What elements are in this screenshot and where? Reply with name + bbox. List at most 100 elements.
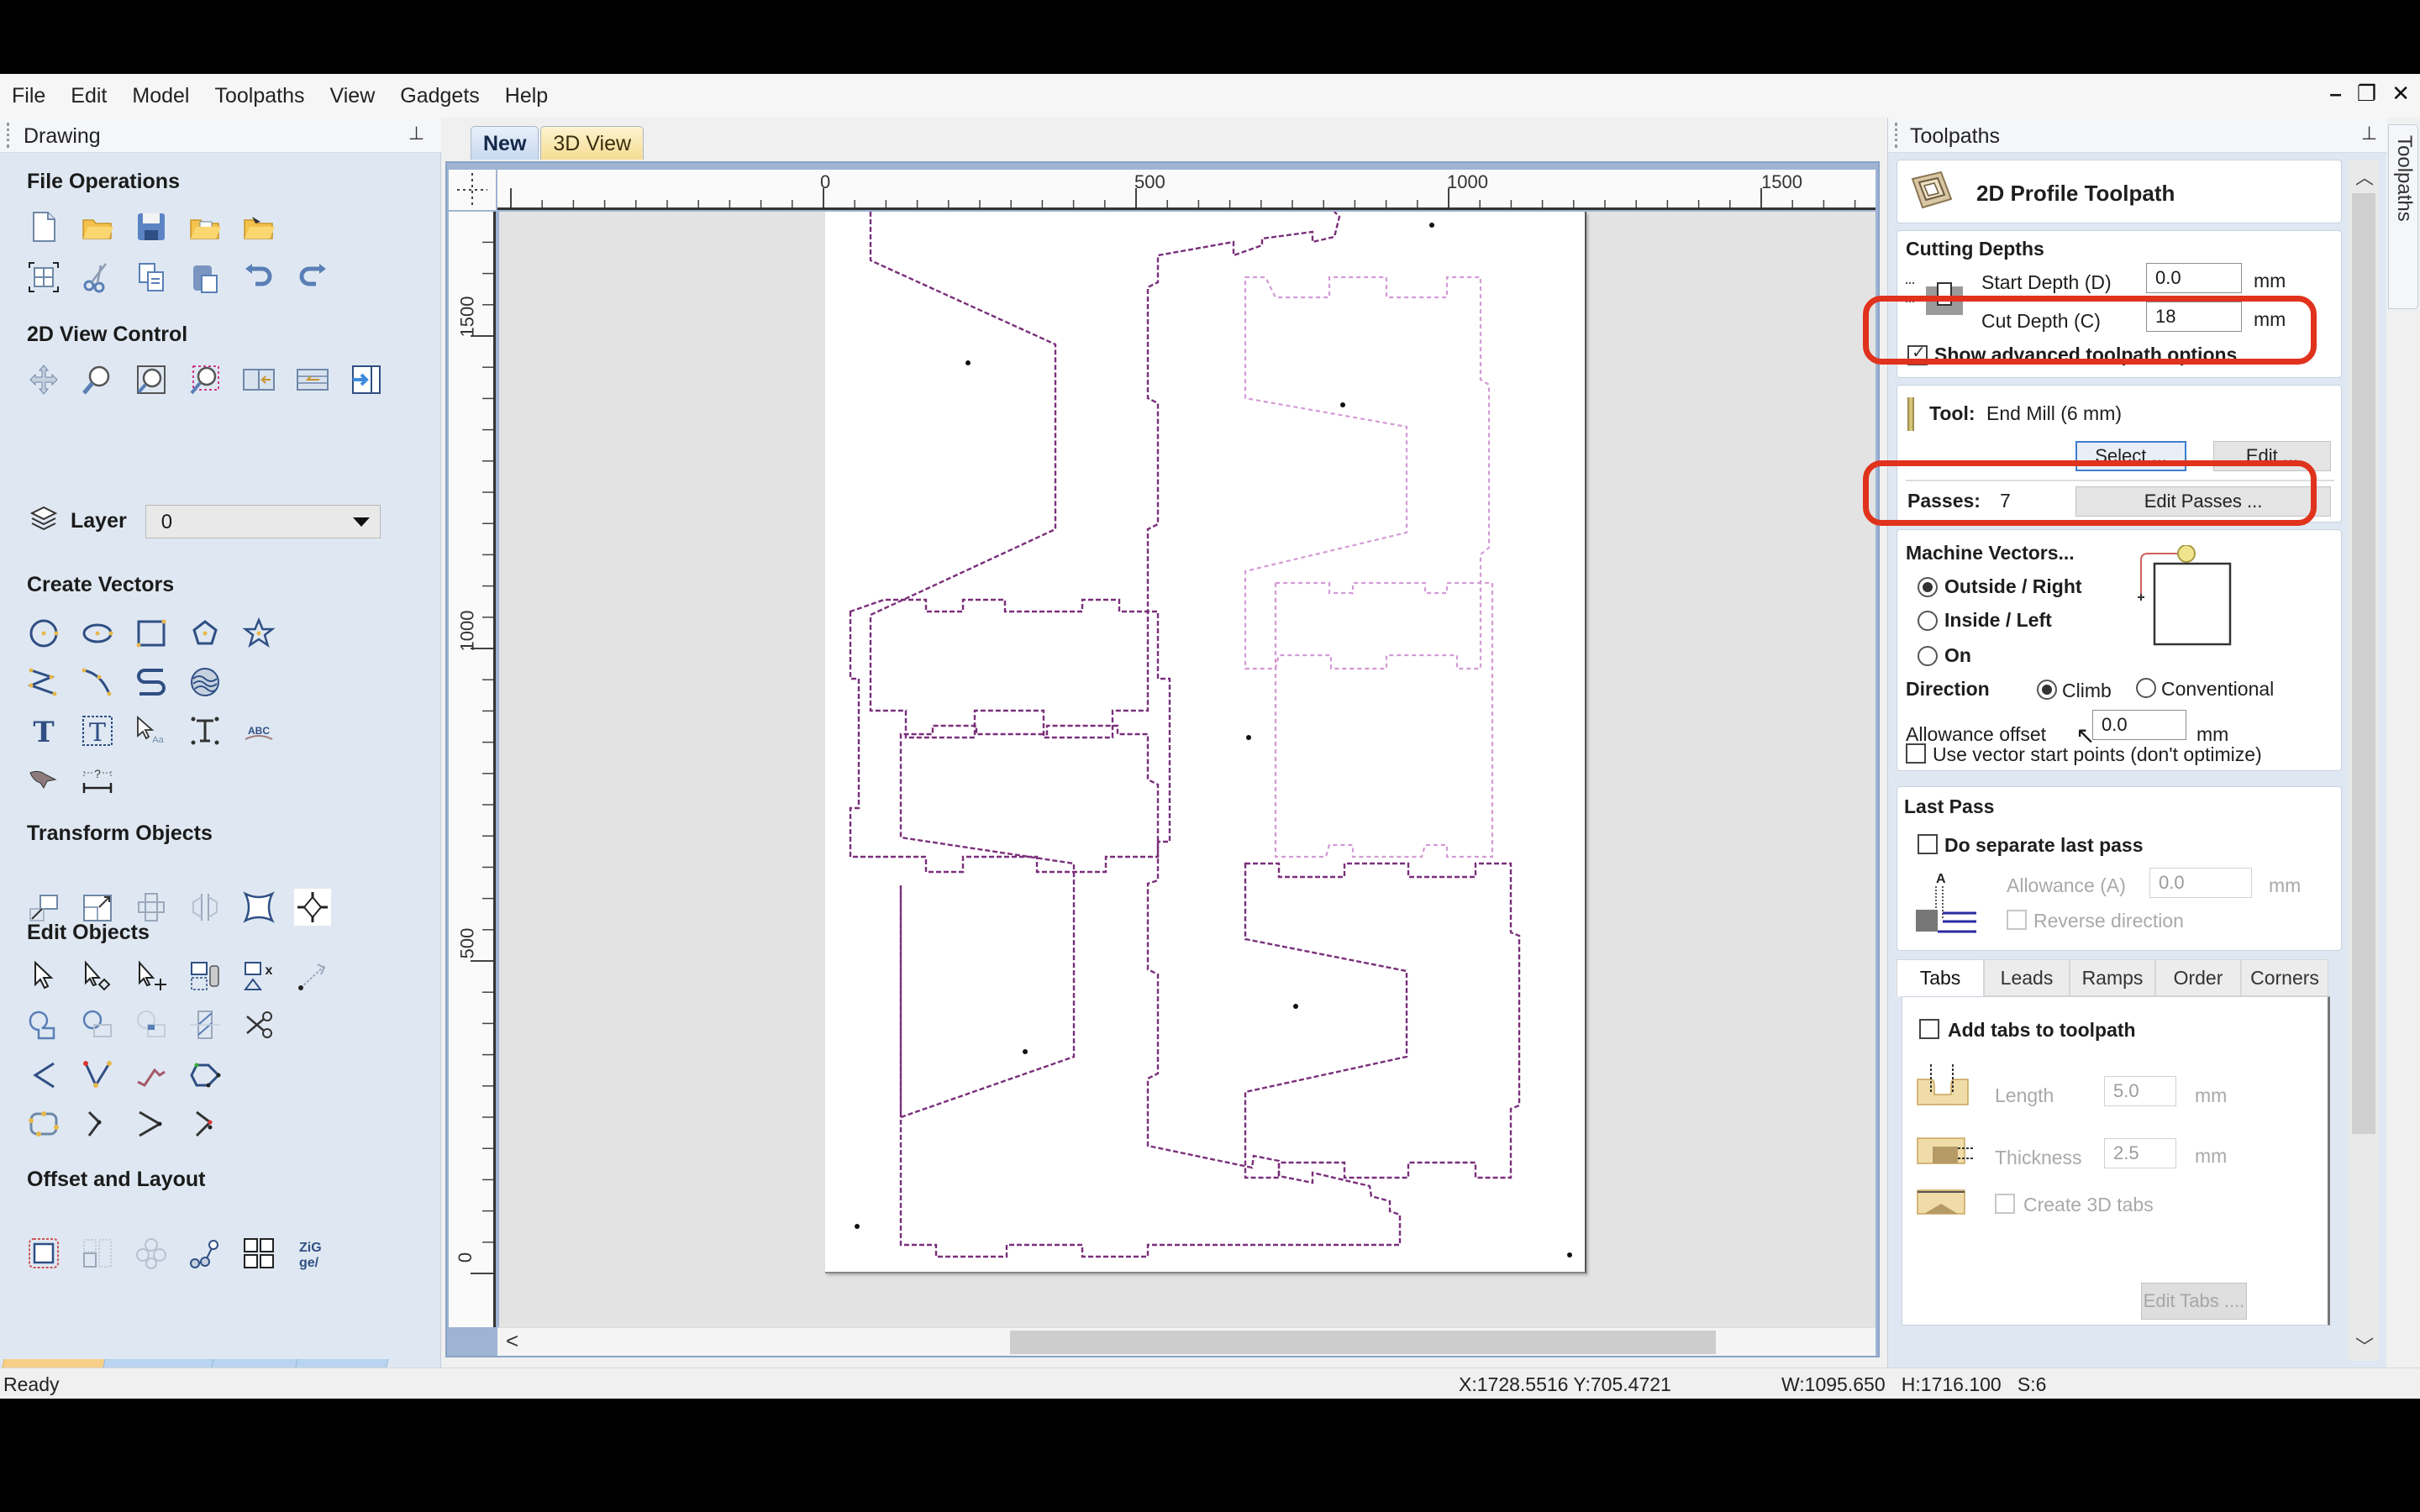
arc-text-icon[interactable]: ABC [240,712,277,749]
draw-text-icon[interactable]: T [25,712,62,749]
tile-view-icon[interactable] [294,361,331,398]
scroll-left-arrow[interactable]: < [506,1328,518,1354]
smooth-curve-icon[interactable] [133,1057,170,1094]
horizontal-scrollbar[interactable]: < [497,1327,1876,1356]
tab-thickness-input[interactable]: 2.5 [2104,1138,2176,1168]
chamfer-icon[interactable] [79,1057,116,1094]
zoom-box-icon[interactable] [79,361,116,398]
draw-spiral-icon[interactable] [133,664,170,701]
step-repeat-icon[interactable] [240,1235,277,1272]
array-copy-icon[interactable] [133,1235,170,1272]
layer-dropdown[interactable]: 0 [145,504,381,538]
radio-inside-left[interactable] [1918,611,1938,631]
distort-icon[interactable] [240,889,277,926]
select-tool-button[interactable]: Select ... [2075,441,2186,471]
draw-polyline-icon[interactable] [25,664,62,701]
tab-length-input[interactable]: 5.0 [2104,1076,2176,1106]
drawing-canvas[interactable] [499,211,1876,1329]
scrollbar-thumb[interactable] [1010,1331,1716,1354]
open-file-icon[interactable] [79,208,116,245]
subtab-leads[interactable]: Leads [1984,959,2070,996]
show-advanced-checkbox[interactable]: ✓ [1907,344,1928,365]
pin-icon[interactable]: ⊥ [408,123,424,144]
bird-clipart-icon[interactable] [25,761,62,798]
transform-select-icon[interactable] [133,958,170,995]
radio-outside-right[interactable] [1918,577,1938,597]
draw-curve-icon[interactable] [79,664,116,701]
copy-icon[interactable] [133,259,170,296]
scrollbar-thumb[interactable] [2352,193,2375,1134]
tab-3d-view[interactable]: 3D View [540,126,644,160]
use-vector-start-checkbox[interactable] [1906,743,1926,764]
curve-fit-icon[interactable] [79,1105,116,1142]
copy-along-vectors-icon[interactable] [187,1235,224,1272]
panel-grip[interactable] [1895,123,1898,148]
fillet-icon[interactable] [25,1057,62,1094]
text-on-curve-icon[interactable]: Aa [133,712,170,749]
edit-tabs-button[interactable]: Edit Tabs .... [2141,1283,2247,1320]
job-setup-icon[interactable] [25,259,62,296]
undo-icon[interactable] [240,259,277,296]
new-file-icon[interactable] [25,208,62,245]
radio-conventional[interactable] [2136,678,2156,698]
subtab-order[interactable]: Order [2155,959,2241,996]
select-icon[interactable] [25,958,62,995]
cut-icon[interactable] [79,259,116,296]
redo-icon[interactable] [294,259,331,296]
menu-edit[interactable]: Edit [71,84,107,108]
cut-depth-input[interactable]: 18 [2146,302,2242,332]
menu-gadgets[interactable]: Gadgets [400,84,480,108]
node-edit-icon[interactable] [79,958,116,995]
trim-vectors-icon[interactable] [187,1006,224,1043]
join-vectors-icon[interactable] [25,1105,62,1142]
edit-passes-button[interactable]: Edit Passes ... [2075,486,2331,517]
auto-layout-text-icon[interactable]: T [79,712,116,749]
mirror-icon[interactable] [187,889,224,926]
subtract-vectors-icon[interactable] [79,1006,116,1043]
toolpaths-panel-scrollbar[interactable]: ︿ ﹀ [2349,160,2379,1361]
restore-button[interactable]: ❐ [2357,81,2376,107]
last-pass-allowance-input[interactable]: 0.0 [2149,868,2252,898]
pin-icon[interactable]: ⊥ [2361,123,2377,144]
intersect-vectors-icon[interactable] [133,1006,170,1043]
menu-model[interactable]: Model [132,84,189,108]
scroll-down-icon[interactable]: ﹀ [2355,1332,2374,1359]
allowance-offset-input[interactable]: 0.0 [2092,710,2186,740]
save-file-icon[interactable] [133,208,170,245]
group-icon[interactable] [187,958,224,995]
offset-icon[interactable] [25,1235,62,1272]
start-depth-input[interactable]: 0.0 [2146,263,2242,293]
extend-to-point-icon[interactable] [187,1105,224,1142]
draw-circle-icon[interactable] [25,615,62,652]
extend-vector-icon[interactable] [133,1105,170,1142]
text-layout-icon[interactable] [187,712,224,749]
ruler-origin-corner[interactable] [449,170,496,210]
menu-view[interactable]: View [330,84,376,108]
fill-pattern-icon[interactable] [187,664,224,701]
set-origin-icon[interactable] [294,889,331,926]
menu-help[interactable]: Help [505,84,548,108]
edit-tool-button[interactable]: Edit ... [2213,441,2331,471]
weld-icon[interactable] [294,958,331,995]
minimize-button[interactable]: – [2329,81,2341,107]
dimension-icon[interactable]: ? [79,761,116,798]
close-vectors-icon[interactable] [187,1057,224,1094]
radio-climb[interactable] [2037,680,2057,700]
reverse-direction-checkbox[interactable] [2007,910,2027,930]
create-3d-tabs-checkbox[interactable] [1995,1194,2015,1214]
menu-toolpaths[interactable]: Toolpaths [214,84,304,108]
nesting-icon[interactable] [79,1235,116,1272]
zoom-to-fit-icon[interactable] [133,361,170,398]
close-button[interactable]: ✕ [2391,81,2410,107]
draw-star-icon[interactable] [240,615,277,652]
fit-text-icon[interactable]: ZiG ge/ [294,1235,331,1272]
split-view-icon[interactable] [240,361,277,398]
zoom-selection-icon[interactable] [187,361,224,398]
add-tabs-checkbox[interactable] [1919,1019,1939,1039]
separate-last-pass-checkbox[interactable] [1918,834,1938,854]
subtab-corners[interactable]: Corners [2241,959,2328,996]
paste-icon[interactable] [187,259,224,296]
material-sheet[interactable] [825,211,1586,1273]
draw-rectangle-icon[interactable] [133,615,170,652]
ungroup-icon[interactable]: x [240,958,277,995]
